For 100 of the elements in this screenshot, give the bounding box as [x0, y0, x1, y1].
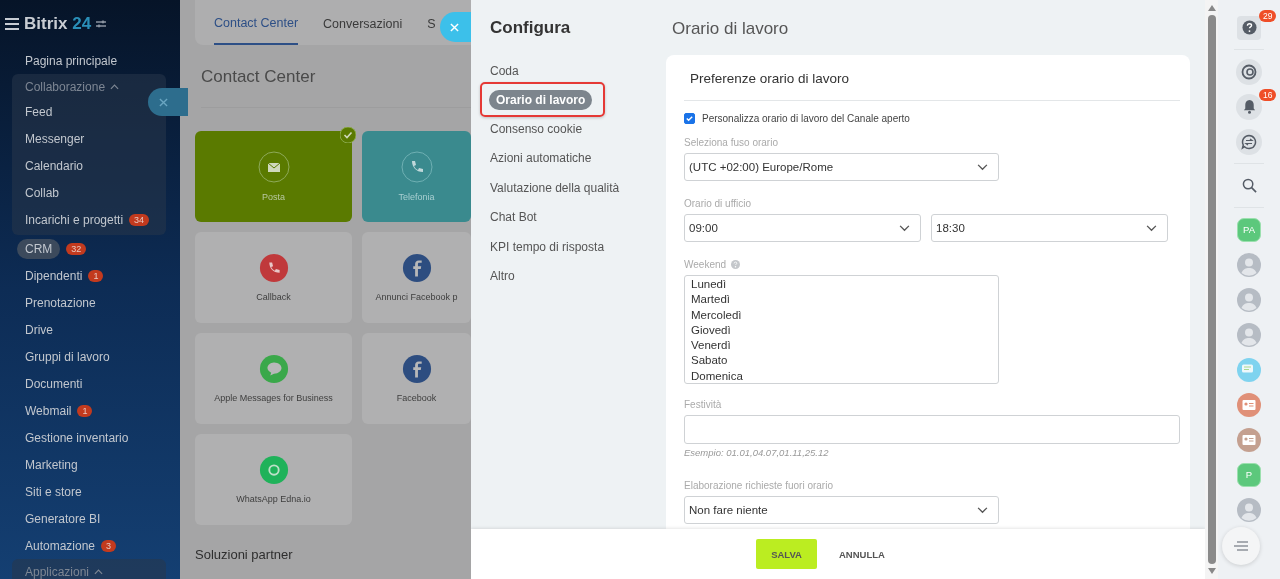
scroll-thumb[interactable] [1207, 15, 1216, 564]
close-button[interactable] [148, 88, 188, 116]
scroll-down-icon[interactable] [1207, 568, 1216, 574]
channel-tile[interactable]: WhatsApp Edna.io [195, 434, 352, 525]
question-icon [1241, 20, 1257, 35]
nav-item[interactable]: Coda [490, 63, 519, 78]
chevron-icon[interactable] [94, 569, 104, 575]
menu-item[interactable]: Incarichi e progetti [25, 212, 124, 227]
menu-icon[interactable] [5, 18, 19, 30]
user-avatar[interactable] [1237, 252, 1261, 277]
help-button[interactable] [1237, 15, 1261, 40]
menu-group-title[interactable]: Collaborazione [25, 80, 106, 94]
menu-item[interactable]: Drive [25, 322, 53, 337]
chat-button[interactable] [1236, 128, 1262, 155]
user-avatar[interactable] [1237, 322, 1261, 347]
menu-item[interactable]: Documenti [25, 376, 83, 391]
nav-item[interactable]: Azioni automatiche [490, 151, 592, 166]
logo[interactable]: Bitrix 24 [24, 14, 92, 34]
scrollbar[interactable] [1205, 0, 1218, 579]
spiral-icon [1241, 63, 1257, 80]
nav-item[interactable]: Altro [490, 269, 515, 284]
hint-text: Esempio: 01.01,04.07,01.11,25.12 [684, 447, 830, 458]
section-heading: Orario di lavoro [672, 19, 790, 39]
channel-logo-icon [401, 354, 432, 384]
count-badge: 1 [77, 404, 93, 417]
nav-item[interactable]: Orario di lavoro [489, 89, 593, 110]
spiral-button[interactable] [1236, 58, 1262, 85]
count-badge: 32 [66, 242, 87, 255]
list-option[interactable]: Mercoledì [691, 307, 992, 323]
panel-title: Configura [490, 18, 572, 38]
nav-item[interactable]: Chat Bot [490, 210, 537, 225]
menu-item[interactable]: Calendario [25, 158, 84, 173]
menu-item[interactable]: Generatore BI [25, 511, 101, 526]
channel-tile[interactable]: Facebook [362, 333, 471, 424]
tab[interactable]: S [427, 0, 436, 45]
field-label: Seleziona fuso orario [684, 137, 779, 148]
list-option[interactable]: Martedì [691, 292, 992, 308]
list-option[interactable]: Venerdì [691, 338, 992, 354]
menu-item[interactable]: Prenotazione [25, 295, 96, 310]
menu-item[interactable]: Marketing [25, 457, 78, 472]
nav-item[interactable]: KPI tempo di risposta [490, 239, 605, 254]
nav-item[interactable]: Consenso cookie [490, 122, 583, 137]
save-button[interactable]: SALVA [756, 539, 817, 569]
channel-tile[interactable]: Annunci Facebook p [362, 232, 471, 323]
settings-icon[interactable] [96, 20, 107, 28]
menu-item[interactable]: CRM [17, 238, 61, 259]
menu-item[interactable]: Messenger [25, 131, 85, 146]
cancel-button[interactable]: ANNULLA [823, 539, 900, 569]
contact-card-avatar[interactable] [1237, 392, 1261, 417]
checkbox-label: Personalizza orario di lavoro del Canale aperto [702, 113, 910, 124]
menu-item[interactable]: Siti e store [25, 484, 82, 499]
user-avatar[interactable] [1237, 287, 1261, 312]
list-option[interactable]: Giovedì [691, 322, 992, 339]
tile-label: Posta [262, 192, 285, 202]
section-title: Soluzioni partner [195, 547, 294, 562]
scroll-up-icon[interactable] [1207, 5, 1216, 11]
help-icon[interactable] [731, 260, 741, 269]
input-field[interactable] [684, 415, 1180, 444]
tile-label: Facebook [396, 393, 437, 403]
channel-tile[interactable]: Apple Messages for Business [195, 333, 352, 424]
menu-item[interactable]: Dipendenti [25, 268, 83, 283]
menu-item[interactable]: Pagina principale [25, 53, 118, 68]
tab[interactable]: Conversazioni [323, 0, 403, 45]
channel-logo-icon [401, 253, 432, 283]
tab[interactable]: Contact Center [214, 0, 299, 45]
time-select[interactable]: 09:00 [684, 214, 921, 242]
menu-item[interactable]: Collab [25, 185, 60, 200]
search-icon [1241, 178, 1257, 193]
tile-label: Apple Messages for Business [214, 393, 333, 403]
tile-label: Telefonia [398, 192, 435, 202]
contact-card-avatar[interactable] [1237, 427, 1261, 452]
phone-icon [400, 151, 433, 183]
menu-item[interactable]: Gestione inventario [25, 430, 129, 445]
checkbox[interactable] [684, 113, 695, 124]
channel-logo-icon [258, 455, 289, 485]
menu-item[interactable]: Automazione [25, 538, 96, 553]
field-label: Weekend [684, 259, 727, 270]
chevron-icon[interactable] [110, 84, 120, 90]
nav-item[interactable]: Valutazione della qualità [490, 180, 620, 195]
card-title: Preferenze orario di lavoro [684, 71, 1180, 101]
notifications-button[interactable] [1236, 93, 1262, 120]
menu-item[interactable]: Webmail [25, 403, 72, 418]
tile-label: WhatsApp Edna.io [236, 494, 311, 504]
chevron-down-icon [1146, 224, 1157, 232]
time-select[interactable]: 18:30 [931, 214, 1168, 242]
user-avatar[interactable] [1237, 497, 1261, 522]
menu-item[interactable]: Gruppi di lavoro [25, 349, 110, 364]
close-icon [159, 97, 168, 107]
close-icon [450, 22, 459, 32]
list-option[interactable]: Sabato [691, 353, 992, 369]
field-label: Orario di ufficio [684, 198, 753, 209]
count-badge: 34 [129, 213, 150, 226]
menu-item[interactable]: Feed [25, 104, 53, 119]
channel-tile[interactable]: Callback [195, 232, 352, 323]
menu-button[interactable] [1222, 527, 1260, 565]
list-option[interactable]: Domenica [691, 368, 992, 383]
list-option[interactable]: Lunedì [691, 277, 992, 293]
action-select[interactable]: Non fare niente [684, 496, 999, 524]
bell-icon [1241, 99, 1257, 114]
timezone-select[interactable]: (UTC +02:00) Europe/Rome [684, 153, 999, 181]
